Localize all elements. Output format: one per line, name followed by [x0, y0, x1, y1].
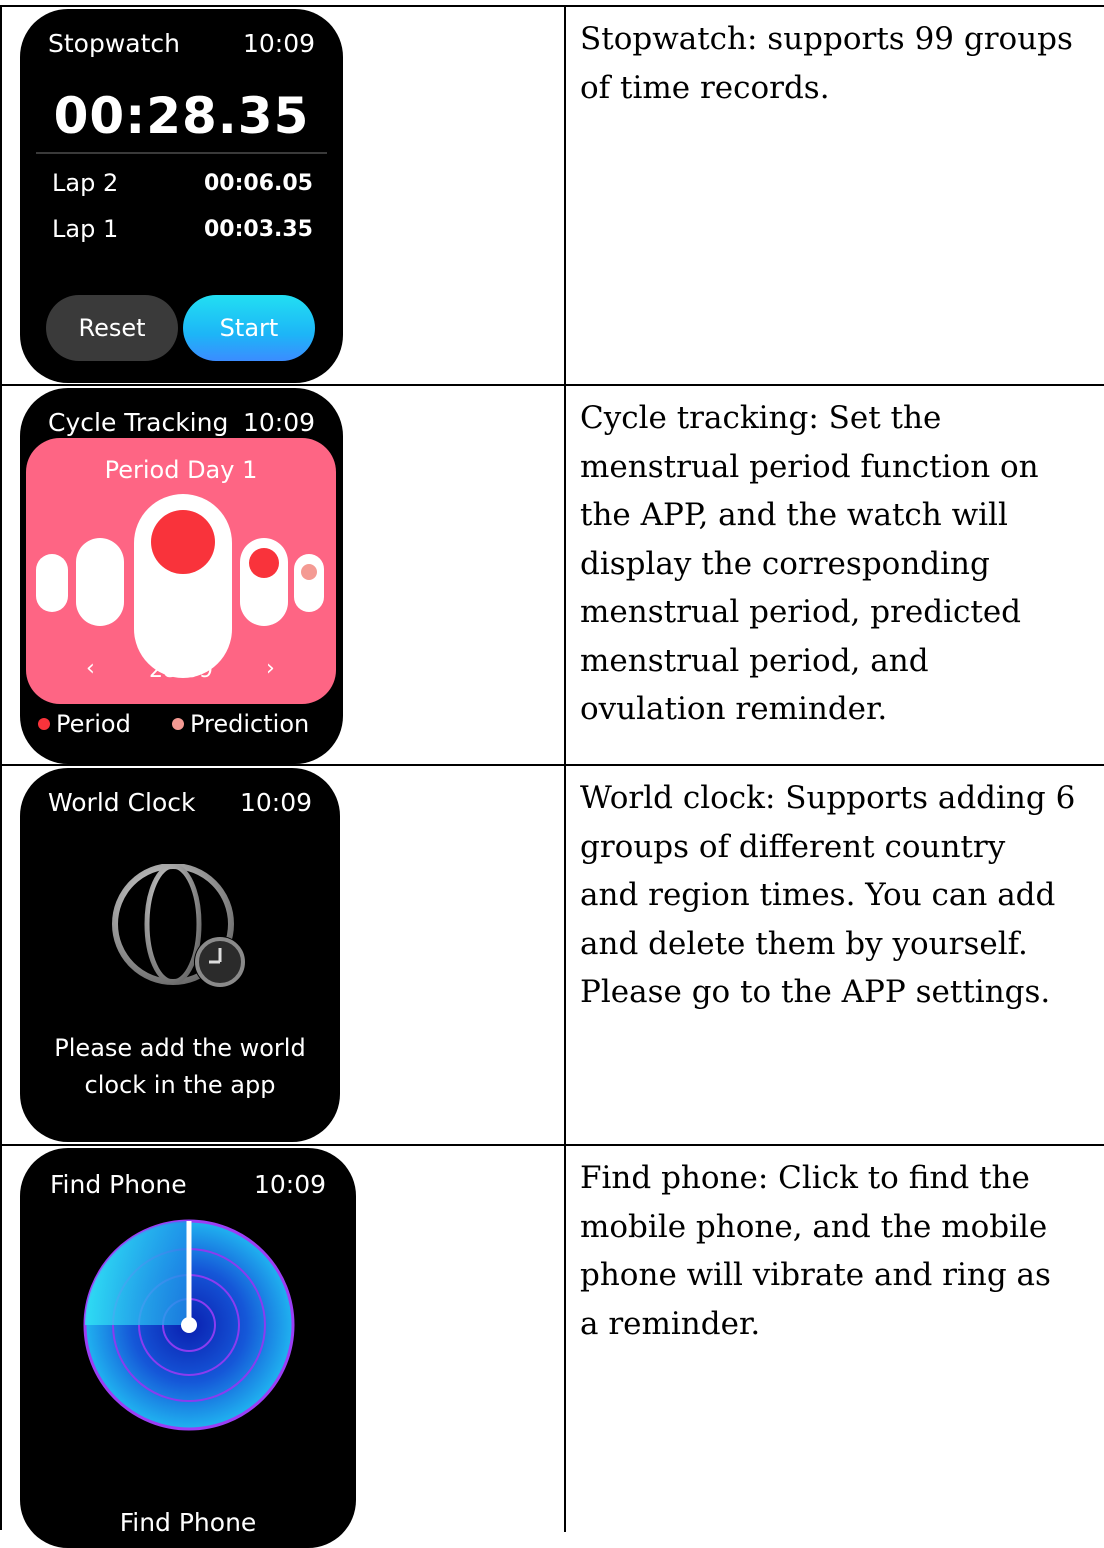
cycle-day-pill	[36, 554, 68, 612]
legend-prediction: Prediction	[172, 710, 309, 738]
cycle-day-pill	[76, 538, 124, 626]
watch-title: Stopwatch	[48, 29, 180, 58]
legend-label: Prediction	[190, 710, 310, 738]
watch-title: World Clock	[48, 788, 196, 817]
lap-label: Lap 2	[52, 169, 119, 197]
watch-clock: 10:09	[253, 1170, 326, 1199]
legend-period: Period	[38, 710, 131, 738]
column-divider	[564, 766, 566, 1144]
watch-clock: 10:09	[239, 788, 312, 817]
elapsed-time: 00:28.35	[53, 87, 310, 145]
empty-state-message: Please add the world clock in the app	[20, 1030, 340, 1104]
lap-value: 00:06.05	[203, 171, 313, 196]
period-dot	[151, 510, 215, 574]
column-divider	[564, 386, 566, 764]
cycle-panel: Period Day 1 ‹ 28-09 ›	[26, 438, 336, 704]
world-clock-watch-screen: World Clock 10:09 Please add the world c…	[20, 768, 340, 1142]
feature-table: Stopwatch 10:09 00:28.35 Lap 2 00:06.05 …	[0, 5, 1104, 1548]
watch-clock: 10:09	[242, 29, 315, 58]
watch-clock: 10:09	[242, 408, 315, 437]
find-phone-label[interactable]: Find Phone	[20, 1508, 356, 1537]
description-text: World clock: Supports adding 6 groups of…	[580, 780, 1076, 1010]
prediction-dot	[301, 564, 317, 580]
watch-title: Find Phone	[50, 1170, 187, 1199]
watch-title: Cycle Tracking	[48, 408, 229, 437]
table-row-find-phone: Find Phone 10:09 Find Phone Find phone: …	[2, 1146, 1104, 1548]
period-day-label: Period Day 1	[104, 456, 258, 484]
legend-dot-icon	[38, 718, 50, 730]
lap-value: 00:03.35	[203, 217, 313, 242]
cycle-date: 28-09	[149, 658, 213, 683]
start-button[interactable]: Start	[183, 295, 315, 361]
table-row-stopwatch: Stopwatch 10:09 00:28.35 Lap 2 00:06.05 …	[2, 7, 1104, 386]
period-dot	[249, 548, 279, 578]
description-text: Find phone: Click to find the mobile pho…	[580, 1160, 1051, 1342]
reset-button[interactable]: Reset	[46, 295, 178, 361]
divider	[36, 152, 327, 154]
message-line: clock in the app	[84, 1071, 276, 1099]
cycle-tracking-watch-screen: Cycle Tracking 10:09 Period Day 1 ‹ 28-0…	[20, 388, 343, 764]
globe-clock-icon	[112, 864, 246, 988]
description-text: Cycle tracking: Set the menstrual period…	[580, 400, 1039, 727]
column-divider	[564, 1146, 566, 1532]
message-line: Please add the world	[54, 1034, 306, 1062]
lap-label: Lap 1	[52, 215, 119, 243]
description-text: Stopwatch: supports 99 groups of time re…	[580, 21, 1073, 106]
find-phone-watch-screen: Find Phone 10:09 Find Phone	[20, 1148, 356, 1548]
chevron-right-icon[interactable]: ›	[266, 656, 275, 681]
table-row-world-clock: World Clock 10:09 Please add the world c…	[2, 766, 1104, 1146]
table-row-cycle-tracking: Cycle Tracking 10:09 Period Day 1 ‹ 28-0…	[2, 386, 1104, 766]
column-divider	[564, 7, 566, 384]
cycle-day-pill	[294, 554, 324, 612]
radar-icon[interactable]	[82, 1218, 296, 1432]
stopwatch-watch-screen: Stopwatch 10:09 00:28.35 Lap 2 00:06.05 …	[20, 9, 343, 383]
legend-label: Period	[56, 710, 131, 738]
legend-dot-icon	[172, 718, 184, 730]
